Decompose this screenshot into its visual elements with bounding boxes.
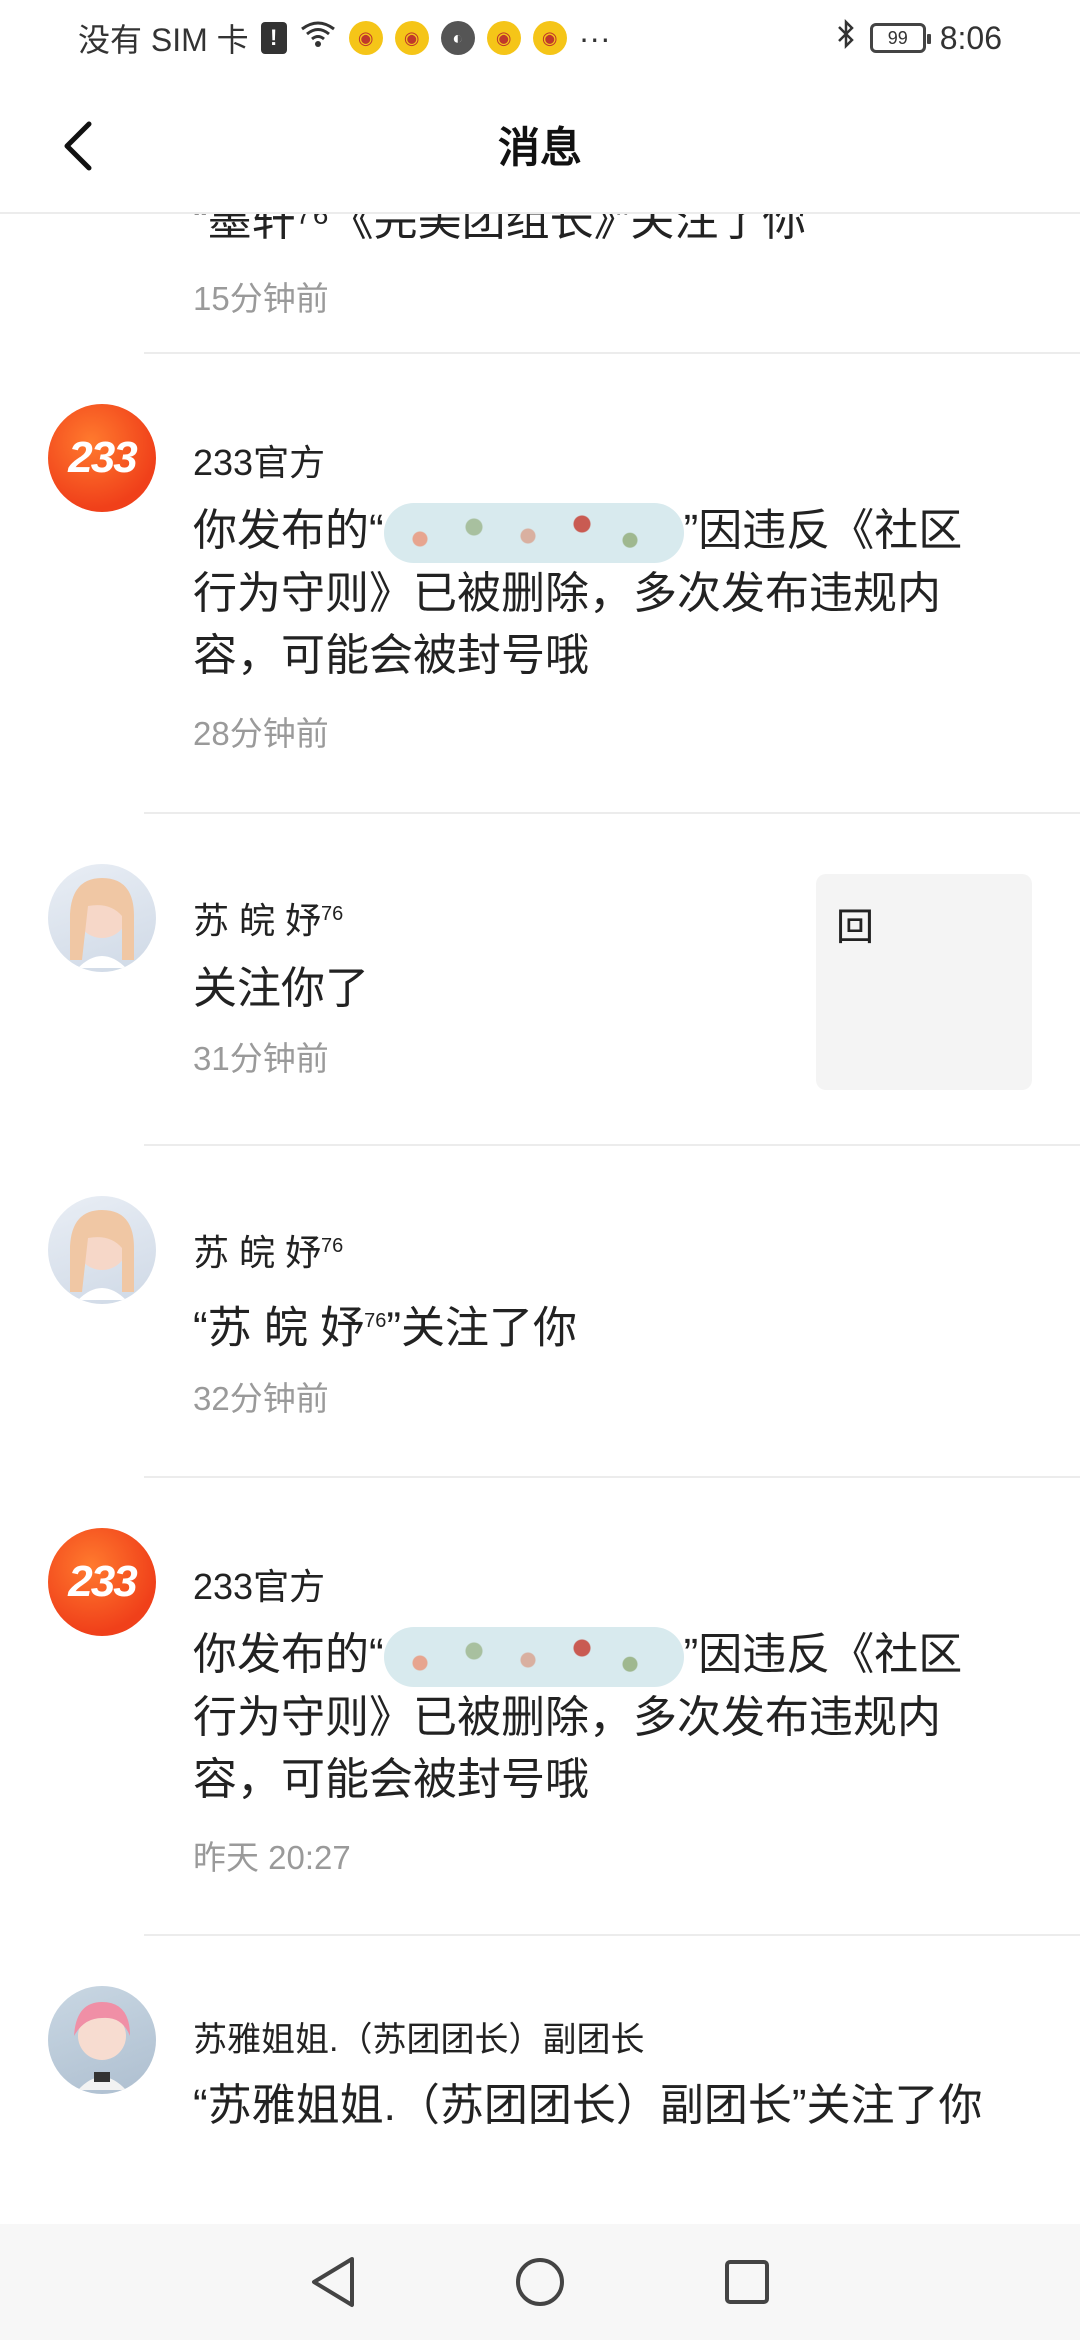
system-nav-bar: [0, 2224, 1080, 2340]
reply-card[interactable]: 回: [816, 874, 1032, 1090]
avatar[interactable]: [48, 1196, 156, 1304]
list-item[interactable]: 苏 皖 妤76 “苏 皖 妤76”关注了你 32分钟前: [0, 1146, 1080, 1478]
status-right: 99 8:06: [836, 18, 1002, 58]
top-header: 消息: [0, 76, 1080, 214]
circle-home-icon: [515, 2258, 564, 2306]
message-time: 昨天 20:27: [193, 1839, 351, 1877]
avatar[interactable]: [48, 864, 156, 972]
redacted-blur: [383, 503, 684, 564]
carrier-text: 没有 SIM 卡: [78, 22, 249, 58]
avatar-233-logo: 233: [68, 1557, 137, 1606]
avatar[interactable]: 233: [48, 1528, 156, 1636]
message-text: “苏雅姐姐.（苏团团长）副团长”关注了你: [193, 2081, 983, 2130]
message-time: 32分钟前: [193, 1379, 329, 1417]
weibo-notification-icon: ◉: [348, 21, 383, 55]
nav-recents-button[interactable]: [715, 2250, 779, 2314]
reply-label: 回: [836, 907, 875, 949]
chevron-left-icon: [64, 121, 92, 171]
bluetooth-icon: [836, 18, 856, 58]
message-text: 你发布的“ ”因违反《社区行为守则》已被删除，多次发布违规内容，可能会被封号哦: [193, 1624, 1000, 1811]
message-text: 你发布的“ ”因违反《社区行为守则》已被删除，多次发布违规内容，可能会被封号哦: [193, 500, 1000, 687]
weibo-notification-icon: ◉: [532, 21, 567, 55]
list-item[interactable]: 233 233官方 你发布的“ ”因违反《社区行为守则》已被删除，多次发布违规内容…: [0, 354, 1080, 814]
message-text: “墨轩⁷⁶《完美团组长》”关注了你: [193, 214, 807, 245]
sender-name: 233官方: [193, 1566, 326, 1607]
sender-name: 苏 皖 妤76: [193, 900, 344, 941]
weibo-notification-icon: ◉: [486, 21, 521, 55]
message-time: 31分钟前: [193, 1040, 329, 1077]
message-time: 28分钟前: [193, 715, 329, 753]
battery-level: 99: [887, 27, 908, 48]
sender-name: 苏 皖 妤76: [193, 1232, 344, 1273]
nav-back-button[interactable]: [301, 2250, 365, 2314]
status-bar: 没有 SIM 卡 ! ◉ ◉ ◐ ◉ ◉ ··· 99 8:06: [0, 0, 1080, 76]
avatar[interactable]: [48, 1986, 156, 2094]
square-recents-icon: [724, 2260, 769, 2304]
message-text: “苏 皖 妤76”关注了你: [193, 1303, 578, 1353]
sender-name: 233官方: [193, 442, 326, 483]
weibo-notification-icon: ◉: [394, 21, 429, 55]
battery-icon: 99: [869, 23, 931, 53]
anime-girl-avatar-image: [70, 878, 134, 968]
page-title: 消息: [497, 123, 582, 171]
list-item[interactable]: 233 233官方 你发布的“ ”因违反《社区行为守则》已被删除，多次发布违规内容…: [0, 1478, 1080, 1936]
redacted-blur: [383, 1627, 684, 1688]
back-button[interactable]: [48, 116, 108, 176]
list-item[interactable]: 苏 皖 妤76 关注你了 31分钟前 回: [0, 814, 1080, 1146]
nav-home-button[interactable]: [508, 2250, 572, 2314]
clock: 8:06: [939, 19, 1002, 56]
anime-girl-avatar-image: [70, 1210, 134, 1300]
message-text: 关注你了: [193, 964, 369, 1013]
message-list[interactable]: “墨轩⁷⁶《完美团组长》”关注了你 15分钟前 233 233官方 你发布的“”…: [0, 214, 1080, 2224]
avatar[interactable]: 233: [48, 404, 156, 512]
list-item[interactable]: “墨轩⁷⁶《完美团组长》”关注了你 15分钟前: [0, 214, 1080, 354]
message-time: 15分钟前: [193, 280, 329, 317]
wifi-icon: [299, 19, 337, 57]
sim-alert-icon: !: [260, 22, 287, 54]
triangle-back-icon: [312, 2257, 355, 2307]
sender-name: 苏雅姐姐.（苏团团长）副团长: [193, 2021, 645, 2059]
ball-notification-icon: ◐: [440, 21, 475, 55]
more-notifications-icon: ···: [578, 19, 611, 56]
list-item[interactable]: 苏雅姐姐.（苏团团长）副团长 “苏雅姐姐.（苏团团长）副团长”关注了你: [0, 1936, 1080, 2224]
avatar-233-logo: 233: [68, 433, 137, 482]
status-left: 没有 SIM 卡 ! ◉ ◉ ◐ ◉ ◉ ···: [78, 15, 611, 61]
anime-girl-avatar-image: [74, 2002, 130, 2090]
